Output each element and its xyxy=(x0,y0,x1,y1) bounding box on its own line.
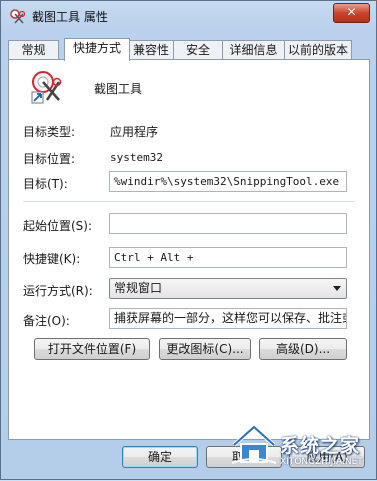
comment-label: 备注(O): xyxy=(23,314,70,328)
advanced-button[interactable]: 高级(D)... xyxy=(259,338,347,360)
house-logo-icon xyxy=(231,424,277,464)
target-input[interactable]: %windir%\system32\SnippingTool.exe xyxy=(109,171,347,192)
change-icon-button[interactable]: 更改图标(C)... xyxy=(159,338,251,360)
run-label: 运行方式(R): xyxy=(23,284,93,298)
shortcut-name: 截图工具 xyxy=(94,82,143,96)
shortcut-panel: 截图工具 目标类型: 应用程序 目标位置: system32 目标(T): %w… xyxy=(8,59,370,440)
tab-strip: 常规 快捷方式 兼容性 安全 详细信息 以前的版本 xyxy=(8,38,370,61)
tab-details[interactable]: 详细信息 xyxy=(222,40,285,59)
watermark: 系统之家 XITONGZHIJIA.NET xyxy=(220,415,377,481)
hotkey-input[interactable]: Ctrl + Alt + xyxy=(109,247,347,268)
scissors-icon xyxy=(10,9,26,24)
tab-general[interactable]: 常规 xyxy=(8,40,59,59)
hotkey-label: 快捷键(K): xyxy=(23,252,81,266)
target-type-value: 应用程序 xyxy=(110,125,159,139)
start-in-label: 起始位置(S): xyxy=(23,219,93,233)
target-location-label: 目标位置: xyxy=(23,152,76,166)
chevron-down-icon xyxy=(333,286,341,291)
watermark-url: XITONGZHIJIA.NET xyxy=(280,457,363,467)
watermark-brand: 系统之家 xyxy=(280,435,361,457)
tab-previous-versions[interactable]: 以前的版本 xyxy=(284,40,352,59)
window-title: 截图工具 属性 xyxy=(32,10,108,24)
properties-window: 截图工具 属性 ✕ 常规 快捷方式 兼容性 安全 详细信息 以前的版本 截图工具… xyxy=(0,0,377,480)
run-select[interactable]: 常规窗口 xyxy=(109,278,347,299)
divider xyxy=(23,201,355,202)
start-in-input[interactable] xyxy=(109,213,347,234)
title-bar[interactable]: 截图工具 属性 ✕ xyxy=(1,1,376,31)
close-button[interactable]: ✕ xyxy=(333,3,370,23)
target-location-value: system32 xyxy=(110,151,163,164)
snipping-tool-icon xyxy=(31,71,62,104)
ok-button[interactable]: 确定 xyxy=(122,446,198,468)
comment-input[interactable]: 捕获屏幕的一部分，这样您可以保存、批注或 xyxy=(109,308,347,329)
tab-shortcut[interactable]: 快捷方式 xyxy=(64,38,130,61)
target-type-label: 目标类型: xyxy=(23,125,76,139)
tab-security[interactable]: 安全 xyxy=(173,40,223,59)
target-label: 目标(T): xyxy=(23,177,68,191)
run-select-value: 常规窗口 xyxy=(114,281,163,295)
tab-compatibility[interactable]: 兼容性 xyxy=(128,40,174,59)
open-file-location-button[interactable]: 打开文件位置(F) xyxy=(34,338,150,360)
